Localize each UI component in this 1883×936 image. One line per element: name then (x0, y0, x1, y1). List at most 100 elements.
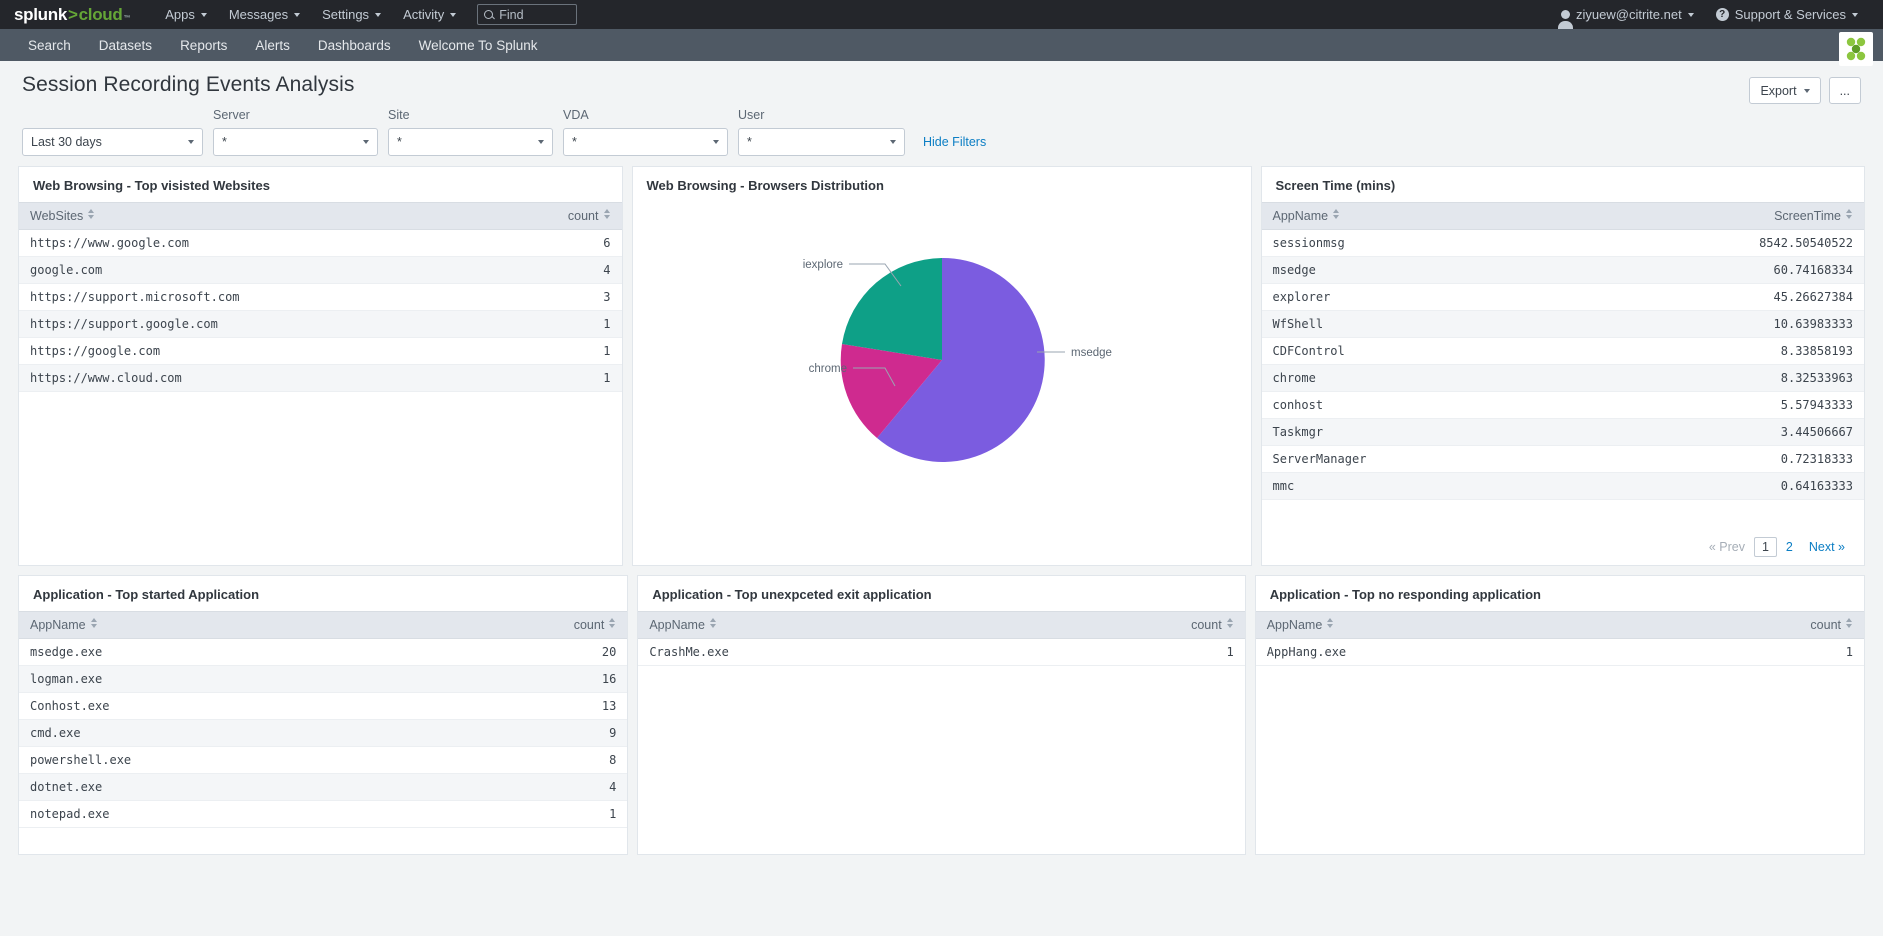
column-header-appname[interactable]: AppName (638, 611, 942, 639)
column-header-appname[interactable]: AppName (19, 611, 372, 639)
server-dropdown[interactable]: * (213, 128, 378, 156)
table-row[interactable]: msedge.exe 20 (19, 638, 628, 666)
table-row[interactable]: Taskmgr 3.44506667 (1261, 418, 1864, 446)
panel-browsers-distribution: Web Browsing - Browsers Distribution iex… (631, 166, 1601, 697)
column-header-appname[interactable]: AppName (1255, 611, 1542, 639)
table-row[interactable]: https://www.google.com 6 (19, 229, 622, 257)
menu-apps-label: Apps (165, 7, 195, 22)
vda-dropdown[interactable]: * (563, 128, 728, 156)
table-row[interactable]: CDFControl 8.33858193 (1261, 337, 1864, 365)
column-header-count[interactable]: count (1541, 611, 1865, 639)
nav-alerts[interactable]: Alerts (241, 29, 304, 61)
more-actions-button[interactable]: ... (1828, 77, 1861, 104)
nav-search-label: Search (28, 37, 71, 53)
nav-reports[interactable]: Reports (166, 29, 241, 61)
table-row[interactable]: sessionmsg 8542.50540522 (1261, 229, 1864, 257)
table-row[interactable]: cmd.exe 9 (19, 719, 628, 747)
column-header-count[interactable]: count (452, 202, 622, 230)
table-row[interactable]: chrome 8.32533963 (1261, 364, 1864, 392)
server-value: * (222, 135, 227, 149)
table-row[interactable]: powershell.exe 8 (19, 746, 628, 774)
hide-filters-link[interactable]: Hide Filters (923, 135, 986, 149)
nav-datasets[interactable]: Datasets (85, 29, 166, 61)
menu-messages[interactable]: Messages (218, 0, 311, 29)
nav-welcome-to-splunk[interactable]: Welcome To Splunk (405, 29, 552, 61)
nav-search[interactable]: Search (14, 29, 85, 61)
cell-website: https://www.cloud.com (19, 364, 453, 392)
cell-appname: CrashMe.exe (638, 638, 942, 666)
top-started-table: AppName count msedge.exe 20 logman.exe 16 … (19, 611, 628, 828)
table-row[interactable]: AppHang.exe 1 (1255, 638, 1865, 666)
time-range-picker[interactable]: Last 30 days (22, 128, 203, 156)
site-dropdown[interactable]: * (388, 128, 553, 156)
dashboard-row-top: Web Browsing - Top visisted Websites Web… (18, 166, 1865, 697)
panel-unexpected-exit-application: Application - Top unexpceted exit applic… (637, 575, 1246, 855)
table-row[interactable]: msedge 60.74168334 (1261, 256, 1864, 284)
splunk-cloud-logo[interactable]: splunk > cloud ™ (14, 5, 130, 25)
user-dropdown[interactable]: * (738, 128, 905, 156)
chevron-down-icon (363, 140, 369, 144)
cell-appname: CDFControl (1261, 337, 1563, 365)
filter-user: User * (738, 108, 905, 156)
page-header-actions: Export ... (1749, 73, 1861, 104)
table-row[interactable]: mmc 0.64163333 (1261, 472, 1864, 500)
table-row[interactable]: https://support.google.com 1 (19, 310, 622, 338)
nav-dashboards[interactable]: Dashboards (304, 29, 405, 61)
cell-website: https://support.microsoft.com (19, 283, 453, 311)
pagination-prev[interactable]: « Prev (1702, 538, 1752, 556)
table-row[interactable]: ServerManager 0.72318333 (1261, 445, 1864, 473)
dashboard-row-bottom: Application - Top started Application Ap… (18, 575, 1866, 855)
top-started-body: msedge.exe 20 logman.exe 16 Conhost.exe 13 … (19, 638, 628, 828)
table-row[interactable]: dotnet.exe 4 (19, 773, 628, 801)
chevron-down-icon (890, 140, 896, 144)
column-header-screentime[interactable]: ScreenTime (1562, 202, 1864, 230)
menu-apps[interactable]: Apps (154, 0, 218, 29)
table-header-row: AppName count (638, 611, 1245, 639)
sort-icon (1846, 209, 1853, 219)
column-header-count[interactable]: count (941, 611, 1245, 639)
column-header-websites[interactable]: WebSites (19, 202, 453, 230)
browsers-pie-chart[interactable]: iexplore chrome msedge (633, 202, 1251, 552)
export-button[interactable]: Export (1749, 77, 1821, 104)
table-row[interactable]: https://support.microsoft.com 3 (19, 283, 622, 311)
table-row[interactable]: logman.exe 16 (19, 665, 628, 693)
search-icon (484, 10, 494, 19)
pagination-page-1[interactable]: 1 (1753, 537, 1777, 557)
pie-label-msedge: msedge (1071, 347, 1112, 359)
filter-vda-label: VDA (563, 108, 589, 122)
user-menu[interactable]: ziyuew@citrite.net (1550, 0, 1705, 29)
support-services-menu[interactable]: ? Support & Services (1705, 0, 1869, 29)
column-header-count[interactable]: count (371, 611, 628, 639)
table-row[interactable]: https://www.cloud.com 1 (19, 364, 622, 392)
cell-count: 4 (452, 256, 622, 284)
column-label: count (567, 209, 599, 223)
cell-appname: Taskmgr (1261, 418, 1563, 446)
table-row[interactable]: notepad.exe 1 (19, 800, 628, 828)
panel-browsers-title: Web Browsing - Browsers Distribution (646, 178, 884, 193)
table-row[interactable]: WfShell 10.63983333 (1261, 310, 1864, 338)
table-row[interactable]: https://google.com 1 (19, 337, 622, 365)
logo-chevron: > (68, 4, 78, 24)
column-header-appname[interactable]: AppName (1261, 202, 1563, 230)
nav-alerts-label: Alerts (255, 37, 290, 53)
menu-settings[interactable]: Settings (311, 0, 392, 29)
sort-icon (603, 209, 611, 219)
pagination-page-2[interactable]: 2 (1779, 538, 1800, 556)
find-input[interactable]: Find (477, 4, 578, 25)
menu-activity[interactable]: Activity (392, 0, 467, 29)
table-row[interactable]: explorer 45.26627384 (1261, 283, 1864, 311)
table-row[interactable]: CrashMe.exe 1 (638, 638, 1245, 666)
pagination-next[interactable]: Next » (1802, 538, 1852, 556)
support-label: Support & Services (1734, 7, 1846, 22)
cell-appname: Conhost.exe (19, 692, 372, 720)
column-label: count (1810, 618, 1842, 632)
cell-appname: logman.exe (19, 665, 372, 693)
table-row[interactable]: google.com 4 (19, 256, 622, 284)
column-label: count (1191, 618, 1222, 632)
table-row[interactable]: conhost 5.57943333 (1261, 391, 1864, 419)
table-row[interactable]: Conhost.exe 13 (19, 692, 628, 720)
unexpected-exit-table: AppName count CrashMe.exe 1 (638, 611, 1245, 666)
screen-time-body: sessionmsg 8542.50540522 msedge 60.7416833… (1261, 229, 1864, 500)
cell-count: 9 (371, 719, 628, 747)
panel-unexpected-exit-title: Application - Top unexpceted exit applic… (652, 587, 932, 602)
